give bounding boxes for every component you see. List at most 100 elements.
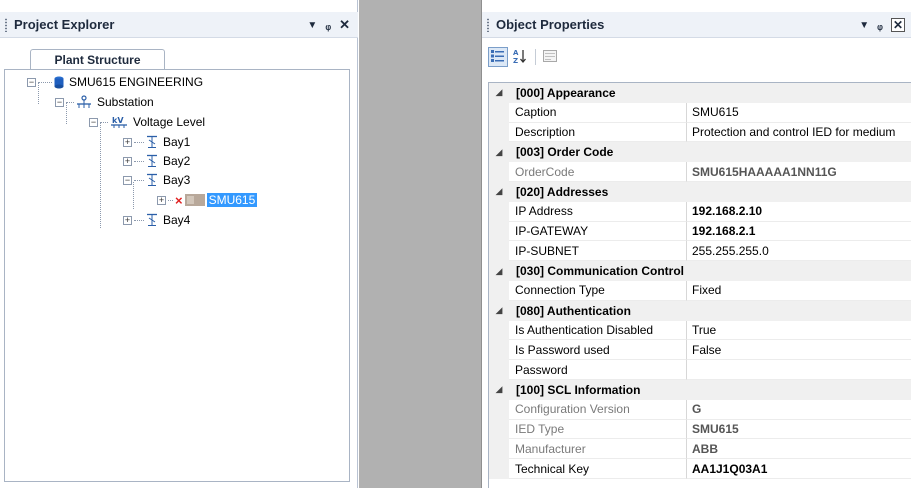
property-grid[interactable]: ◢ [000] Appearance Caption SMU615 Descri…: [488, 82, 911, 488]
property-row-config-version[interactable]: Configuration Version G: [489, 399, 911, 420]
property-value[interactable]: True: [687, 321, 911, 341]
category-communication-control[interactable]: ◢ [030] Communication Control: [489, 261, 911, 281]
tab-label: Plant Structure: [54, 53, 141, 67]
property-value[interactable]: AA1J1Q03A1: [687, 459, 911, 479]
tree-node-root[interactable]: − SMU615 ENGINEERING: [27, 73, 203, 91]
object-properties-panel: Object Properties ▼ ᵩ ✕ AZ ◢ [000] Appea…: [482, 0, 911, 488]
collapse-icon[interactable]: −: [27, 77, 36, 87]
close-icon[interactable]: ✕: [339, 17, 350, 33]
category-label: [030] Communication Control: [509, 261, 911, 281]
close-icon[interactable]: ✕: [890, 18, 905, 32]
row-gutter: [489, 280, 509, 301]
tree-node-voltage-level[interactable]: − kV Voltage Level: [89, 113, 205, 131]
row-gutter: [489, 439, 509, 460]
property-value[interactable]: False: [687, 340, 911, 361]
category-order-code[interactable]: ◢ [003] Order Code: [489, 142, 911, 163]
property-value[interactable]: SMU615: [687, 103, 911, 123]
document-area: [359, 0, 482, 488]
tree-connector: [66, 101, 74, 103]
collapse-triangle-icon[interactable]: ◢: [489, 181, 509, 202]
collapse-icon[interactable]: −: [123, 175, 132, 185]
bay-icon: [146, 173, 158, 187]
properties-toolbar: AZ: [482, 38, 911, 78]
tree-connector: [134, 160, 144, 162]
collapse-triangle-icon[interactable]: ◢: [489, 83, 509, 103]
categorized-button[interactable]: [488, 47, 508, 67]
grip-icon[interactable]: [4, 17, 8, 32]
property-value: ABB: [687, 439, 911, 460]
pin-icon[interactable]: ᵩ: [325, 18, 331, 32]
chevron-down-icon[interactable]: ▼: [307, 20, 317, 31]
chevron-down-icon[interactable]: ▼: [859, 20, 869, 31]
categorized-icon: [491, 49, 505, 65]
property-value[interactable]: [687, 360, 911, 380]
property-name: Technical Key: [509, 459, 687, 479]
pin-icon[interactable]: ᵩ: [877, 18, 883, 32]
property-row-ordercode[interactable]: OrderCode SMU615HAAAAA1NN11G: [489, 162, 911, 182]
plant-structure-tree[interactable]: − SMU615 ENGINEERING − Substation − kV V…: [4, 70, 350, 482]
property-row-ip-subnet[interactable]: IP-SUBNET 255.255.255.0: [489, 241, 911, 262]
property-row-ip-gateway[interactable]: IP-GATEWAY 192.168.2.1: [489, 221, 911, 242]
expand-icon[interactable]: +: [123, 215, 132, 225]
category-authentication[interactable]: ◢ [080] Authentication: [489, 300, 911, 321]
property-value[interactable]: 192.168.2.10: [687, 202, 911, 222]
collapse-triangle-icon[interactable]: ◢: [489, 142, 509, 163]
property-row-ied-type[interactable]: IED Type SMU615: [489, 419, 911, 440]
property-row-password-used[interactable]: Is Password used False: [489, 340, 911, 361]
collapse-triangle-icon[interactable]: ◢: [489, 300, 509, 321]
collapse-icon[interactable]: −: [89, 117, 98, 127]
expand-icon[interactable]: +: [123, 156, 132, 166]
project-explorer-header[interactable]: Project Explorer ▼ ᵩ ✕: [0, 12, 358, 38]
row-gutter: [489, 221, 509, 242]
property-value: SMU615: [687, 420, 911, 440]
alphabetical-button[interactable]: AZ: [510, 47, 530, 67]
tree-node-bay2[interactable]: + Bay2: [123, 152, 190, 170]
tree-guide: [100, 122, 101, 228]
row-gutter: [489, 102, 509, 123]
property-name: Manufacturer: [509, 439, 687, 460]
tree-node-bay4[interactable]: + Bay4: [123, 211, 190, 229]
property-pages-button[interactable]: [540, 47, 560, 67]
property-value: G: [687, 400, 911, 420]
tree-node-ied-smu615[interactable]: + × SMU615: [157, 191, 258, 209]
tree-node-substation[interactable]: − Substation: [55, 93, 154, 111]
property-row-password[interactable]: Password: [489, 360, 911, 380]
object-properties-header[interactable]: Object Properties ▼ ᵩ ✕: [482, 12, 911, 38]
tree-connector: [168, 199, 173, 201]
property-row-ip-address[interactable]: IP Address 192.168.2.10: [489, 201, 911, 222]
property-row-manufacturer[interactable]: Manufacturer ABB: [489, 439, 911, 460]
property-name: Description: [509, 122, 687, 143]
property-row-connection-type[interactable]: Connection Type Fixed: [489, 280, 911, 301]
collapse-triangle-icon[interactable]: ◢: [489, 379, 509, 400]
property-value[interactable]: Protection and control IED for medium: [687, 123, 911, 143]
expand-icon[interactable]: +: [157, 195, 166, 205]
category-scl-information[interactable]: ◢ [100] SCL Information: [489, 379, 911, 400]
project-explorer-panel: Project Explorer ▼ ᵩ ✕ Plant Structure −…: [0, 0, 358, 488]
property-name: Configuration Version: [509, 399, 687, 420]
property-row-technical-key[interactable]: Technical Key AA1J1Q03A1: [489, 459, 911, 479]
bay-icon: [146, 135, 158, 149]
category-label: [000] Appearance: [509, 83, 911, 103]
tree-node-label: SMU615: [206, 193, 258, 207]
property-value[interactable]: Fixed: [687, 281, 911, 301]
database-icon: [54, 76, 64, 89]
property-row-auth-disabled[interactable]: Is Authentication Disabled True: [489, 320, 911, 341]
collapse-triangle-icon[interactable]: ◢: [489, 261, 509, 281]
tree-node-bay3[interactable]: − Bay3: [123, 171, 190, 189]
sort-az-icon: AZ: [512, 48, 528, 67]
tree-node-label: Voltage Level: [133, 115, 206, 129]
panel-title: Object Properties: [496, 17, 605, 32]
category-appearance[interactable]: ◢ [000] Appearance: [489, 83, 911, 103]
collapse-icon[interactable]: −: [55, 97, 64, 107]
property-value[interactable]: 192.168.2.1: [687, 222, 911, 242]
property-row-caption[interactable]: Caption SMU615: [489, 102, 911, 123]
grip-icon[interactable]: [486, 17, 490, 32]
property-value[interactable]: 255.255.255.0: [687, 241, 911, 262]
expand-icon[interactable]: +: [123, 137, 132, 147]
tree-node-bay1[interactable]: + Bay1: [123, 133, 190, 151]
toolbar-separator: [535, 49, 536, 65]
property-row-description[interactable]: Description Protection and control IED f…: [489, 122, 911, 143]
tab-plant-structure[interactable]: Plant Structure: [30, 49, 165, 70]
category-addresses[interactable]: ◢ [020] Addresses: [489, 181, 911, 202]
panel-title: Project Explorer: [14, 17, 115, 32]
